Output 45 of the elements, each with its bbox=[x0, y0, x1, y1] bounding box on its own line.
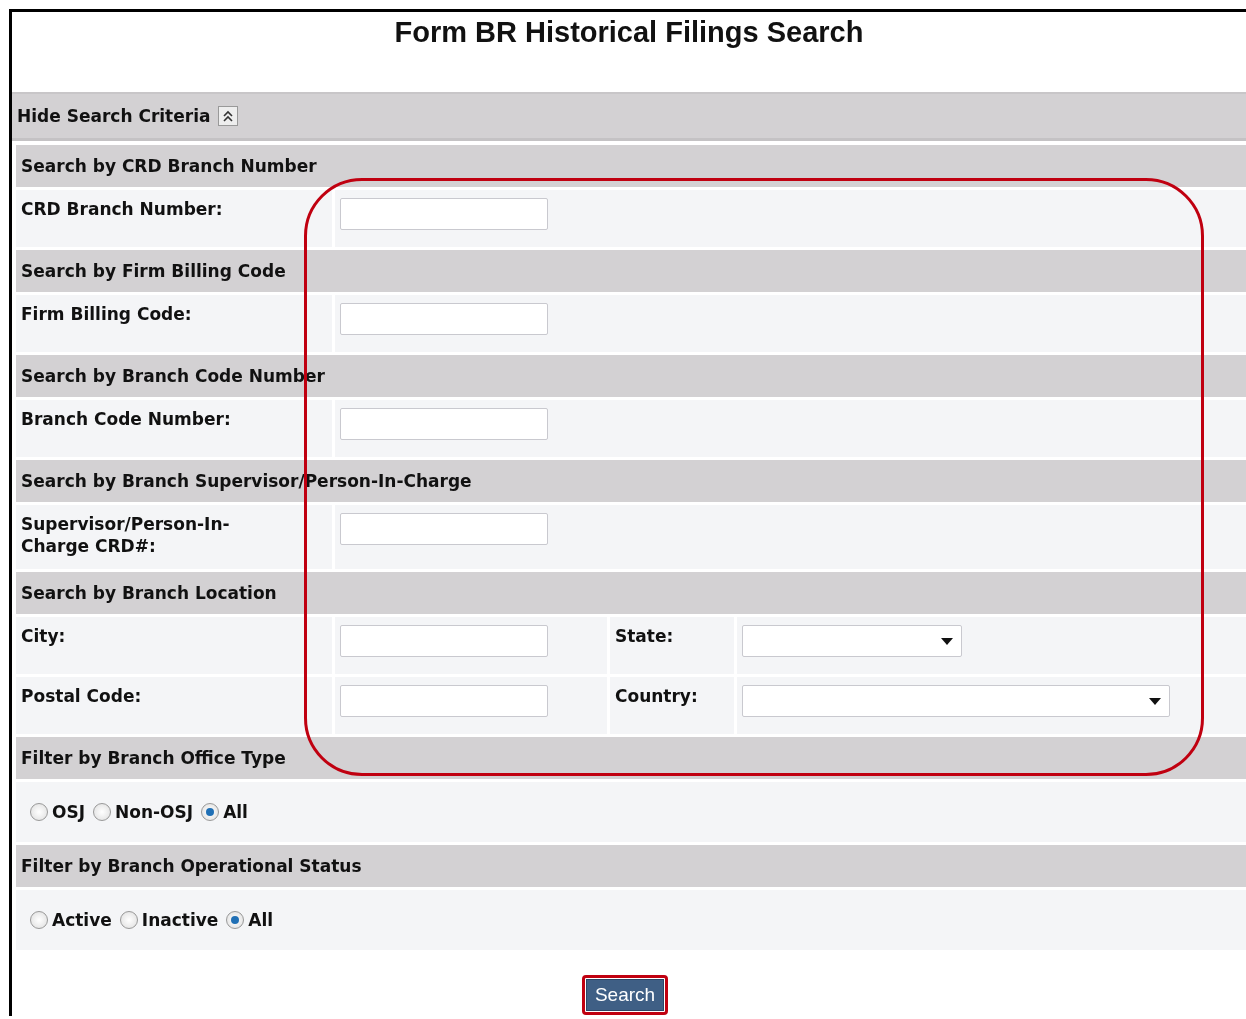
field-label: Postal Code: bbox=[21, 685, 143, 707]
search-button[interactable]: Search bbox=[585, 979, 665, 1011]
radio-option[interactable]: All bbox=[226, 910, 274, 930]
dropdown-caret-icon bbox=[1149, 697, 1161, 705]
input-field[interactable] bbox=[340, 625, 548, 657]
radio-option[interactable]: Inactive bbox=[119, 910, 219, 930]
radio-label: Inactive bbox=[141, 910, 219, 930]
radio-icon[interactable] bbox=[226, 911, 245, 929]
input-field[interactable] bbox=[340, 198, 548, 230]
input-field[interactable] bbox=[340, 685, 548, 717]
input-field[interactable] bbox=[340, 408, 548, 440]
field-label: Branch Code Number: bbox=[21, 408, 232, 430]
radio-label: OSJ bbox=[52, 802, 86, 822]
toggle-label: Hide Search Criteria bbox=[17, 106, 211, 126]
radio-icon[interactable] bbox=[201, 803, 220, 821]
dropdown-field[interactable] bbox=[742, 685, 1170, 717]
radio-icon[interactable] bbox=[30, 911, 48, 929]
field-label: CRD Branch Number: bbox=[21, 198, 224, 220]
radio-icon[interactable] bbox=[119, 911, 138, 929]
section-header: Filter by Branch Operational Status bbox=[16, 845, 1246, 887]
field-label: Firm Billing Code: bbox=[21, 303, 193, 325]
page-title: Form BR Historical Filings Search bbox=[394, 16, 864, 49]
radio-label: All bbox=[248, 910, 274, 930]
input-field[interactable] bbox=[340, 513, 548, 545]
field-label: Supervisor/Person-In-Charge CRD#: bbox=[21, 513, 231, 557]
section-header: Search by Firm Billing Code bbox=[16, 250, 1246, 292]
radio-option[interactable]: All bbox=[201, 802, 248, 822]
section-header: Search by Branch Location bbox=[16, 572, 1246, 614]
section-header: Search by CRD Branch Number bbox=[16, 145, 1246, 187]
input-field[interactable] bbox=[340, 303, 548, 335]
radio-option[interactable]: OSJ bbox=[30, 802, 86, 822]
dropdown-field[interactable] bbox=[742, 625, 962, 657]
radio-option[interactable]: Active bbox=[30, 910, 112, 930]
field-label: City: bbox=[21, 625, 67, 647]
radio-icon[interactable] bbox=[93, 803, 112, 821]
field-label: State: bbox=[615, 625, 675, 647]
radio-label: Non-OSJ bbox=[115, 802, 194, 822]
collapse-toggle[interactable] bbox=[218, 106, 239, 126]
field-label: Country: bbox=[615, 685, 699, 707]
radio-option[interactable]: Non-OSJ bbox=[93, 802, 194, 822]
section-header: Filter by Branch Office Type bbox=[16, 737, 1246, 779]
radio-icon[interactable] bbox=[30, 803, 48, 821]
radio-label: Active bbox=[52, 910, 112, 930]
dropdown-caret-icon bbox=[941, 637, 953, 645]
radio-label: All bbox=[223, 802, 248, 822]
